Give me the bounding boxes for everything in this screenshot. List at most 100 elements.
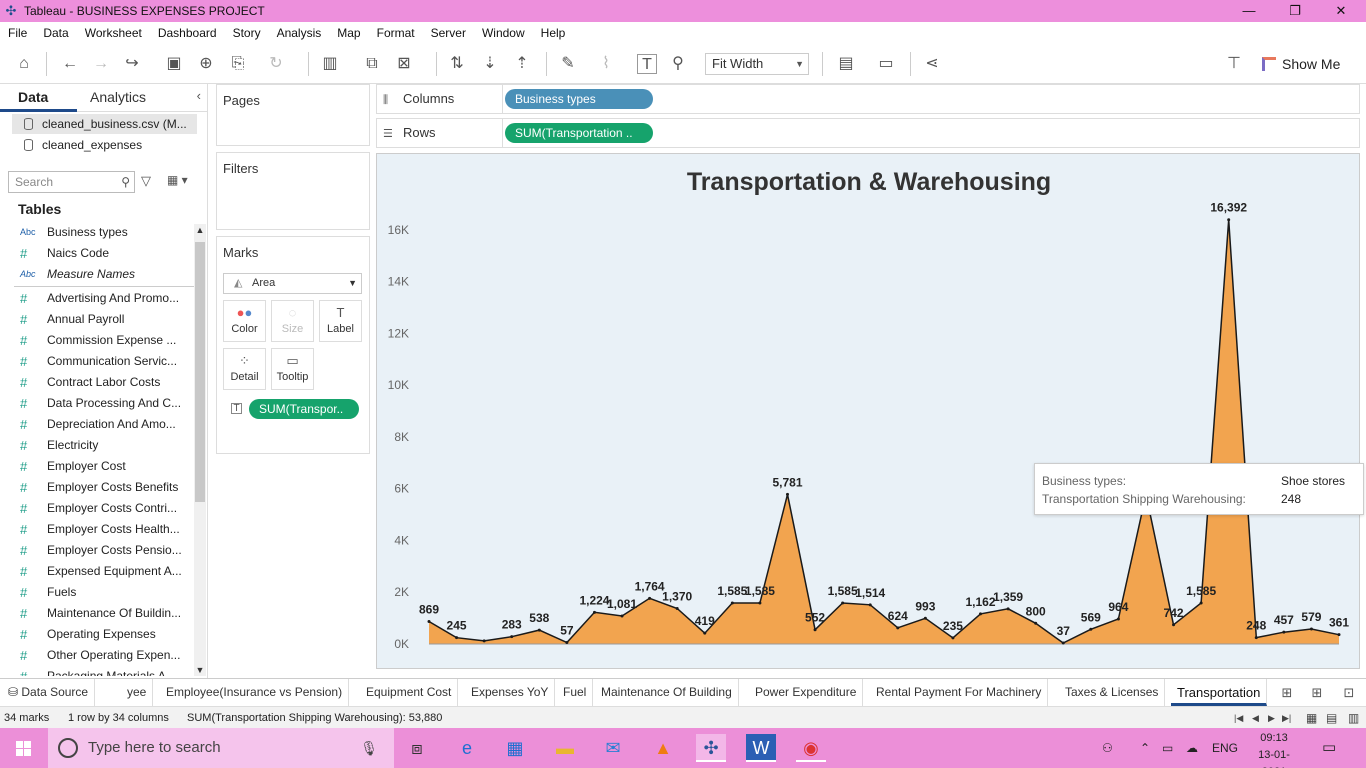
show-me-button[interactable]: Show Me bbox=[1262, 54, 1340, 74]
pages-card[interactable]: Pages bbox=[216, 84, 370, 146]
collapse-pane-icon[interactable]: ‹ bbox=[197, 88, 201, 103]
store-icon[interactable]: ▦ bbox=[500, 734, 530, 762]
field-item[interactable]: # Data Processing And C... bbox=[14, 393, 194, 414]
field-item[interactable]: # Employer Costs Contri... bbox=[14, 498, 194, 519]
color-button[interactable]: ●● Color bbox=[223, 300, 266, 342]
field-item[interactable]: # Packaging Materials A... bbox=[14, 666, 194, 676]
word-icon[interactable]: W bbox=[746, 734, 776, 762]
menu-worksheet[interactable]: Worksheet bbox=[77, 26, 150, 40]
field-item[interactable]: # Fuels bbox=[14, 582, 194, 603]
sheet-tab[interactable]: Fuel bbox=[557, 679, 594, 706]
replay-icon[interactable]: ↪ bbox=[122, 54, 142, 74]
search-input[interactable]: Search ⚲ bbox=[8, 171, 135, 193]
format-workbook-icon[interactable]: ⊤ bbox=[1224, 54, 1244, 74]
redo-icon[interactable]: → bbox=[91, 54, 111, 74]
rows-pill[interactable]: SUM(Transportation .. bbox=[505, 123, 653, 143]
tableau-taskbar-icon[interactable]: ✣ bbox=[696, 734, 726, 762]
tab-data[interactable]: Data bbox=[0, 84, 77, 112]
field-item[interactable]: # Electricity bbox=[14, 435, 194, 456]
field-item[interactable]: # Naics Code bbox=[14, 243, 194, 264]
tab-data-source[interactable]: ⛁ Data Source bbox=[2, 679, 96, 706]
menu-window[interactable]: Window bbox=[474, 26, 533, 40]
next-sheet-icon[interactable]: ▶ bbox=[1268, 707, 1275, 729]
sheet-tab[interactable]: yee bbox=[121, 679, 154, 706]
field-list-scrollbar[interactable]: ▲ ▼ bbox=[194, 224, 206, 676]
battery-icon[interactable]: ▭ bbox=[1162, 728, 1173, 768]
menu-server[interactable]: Server bbox=[423, 26, 474, 40]
swap-rows-columns-icon[interactable]: ⇅ bbox=[447, 54, 467, 74]
menu-story[interactable]: Story bbox=[225, 26, 269, 40]
sheet-tab[interactable]: Taxes & Licenses bbox=[1059, 679, 1166, 706]
language-indicator[interactable]: ENG bbox=[1212, 728, 1238, 768]
first-sheet-icon[interactable]: |◀ bbox=[1234, 707, 1243, 729]
field-item[interactable]: # Maintenance Of Buildin... bbox=[14, 603, 194, 624]
data-source-item[interactable]: cleaned_expenses bbox=[12, 135, 197, 155]
minimize-button[interactable]: — bbox=[1226, 0, 1272, 22]
new-data-source-icon[interactable]: ⊕ bbox=[196, 54, 216, 74]
presentation-mode-icon[interactable]: ▭ bbox=[876, 54, 896, 74]
tab-analytics[interactable]: Analytics bbox=[90, 84, 146, 112]
new-worksheet-icon[interactable]: ⊞ bbox=[1278, 684, 1296, 702]
edge-browser-icon[interactable]: e bbox=[452, 734, 482, 762]
new-dashboard-icon[interactable]: ⊞ bbox=[1308, 684, 1326, 702]
fix-axes-icon[interactable]: ⚲ bbox=[668, 54, 688, 74]
sheet-tab[interactable]: Equipment Cost bbox=[360, 679, 459, 706]
file-explorer-icon[interactable]: ▬ bbox=[550, 734, 580, 762]
field-item[interactable]: Abc Measure Names bbox=[14, 264, 194, 285]
chrome-icon[interactable]: ◉ bbox=[796, 734, 826, 762]
field-item[interactable]: # Contract Labor Costs bbox=[14, 372, 194, 393]
menu-map[interactable]: Map bbox=[329, 26, 368, 40]
field-item[interactable]: # Employer Costs Health... bbox=[14, 519, 194, 540]
menu-data[interactable]: Data bbox=[35, 26, 76, 40]
view-options-icon[interactable]: ▦ ▾ bbox=[167, 173, 188, 187]
chart-view[interactable]: Transportation & Warehousing 0K 2K 4K 6K 8K 1… bbox=[376, 153, 1360, 669]
label-button[interactable]: T Label bbox=[319, 300, 362, 342]
scrollbar-thumb[interactable] bbox=[195, 242, 205, 502]
share-icon[interactable]: ⋖ bbox=[922, 54, 942, 74]
restore-button[interactable]: ❐ bbox=[1272, 0, 1318, 22]
sheet-sorter-icon[interactable]: ▦ bbox=[1306, 707, 1317, 729]
notifications-icon[interactable]: ▭ bbox=[1322, 728, 1336, 768]
menu-dashboard[interactable]: Dashboard bbox=[150, 26, 225, 40]
sheet-tab[interactable]: Employee(Insurance vs Pension) bbox=[160, 679, 350, 706]
microphone-icon[interactable]: 🎙 bbox=[360, 728, 378, 768]
field-item[interactable]: # Operating Expenses bbox=[14, 624, 194, 645]
taskbar-search-input[interactable]: Type here to search 🎙 bbox=[48, 728, 394, 768]
highlight-icon[interactable]: ✎ bbox=[558, 54, 578, 74]
columns-pill[interactable]: Business types bbox=[505, 89, 653, 109]
menu-format[interactable]: Format bbox=[369, 26, 423, 40]
show-mark-labels-icon[interactable]: T bbox=[637, 54, 657, 74]
rows-shelf[interactable]: ☰ Rows SUM(Transportation .. bbox=[376, 118, 1360, 148]
field-item[interactable]: # Depreciation And Amo... bbox=[14, 414, 194, 435]
duplicate-sheet-icon[interactable]: ⧉ bbox=[362, 54, 382, 74]
refresh-icon[interactable]: ↻ bbox=[266, 54, 286, 74]
filmstrip-icon[interactable]: ▤ bbox=[1326, 707, 1337, 729]
sort-ascending-icon[interactable]: ⇣ bbox=[480, 54, 500, 74]
show-hidden-icons-icon[interactable]: ⌃ bbox=[1140, 728, 1150, 768]
field-item[interactable]: # Employer Costs Pensio... bbox=[14, 540, 194, 561]
columns-shelf[interactable]: ⫼ Columns Business types bbox=[376, 84, 1360, 114]
previous-sheet-icon[interactable]: ◀ bbox=[1252, 707, 1259, 729]
detail-button[interactable]: ⁘ Detail bbox=[223, 348, 266, 390]
close-button[interactable]: ✕ bbox=[1318, 0, 1364, 22]
taskbar-clock[interactable]: 09:13 13-01-2021 bbox=[1252, 730, 1296, 768]
sheet-tab-active[interactable]: Transportation bbox=[1171, 679, 1268, 706]
area-chart[interactable]: 0K 2K 4K 6K 8K 10K 12K 14K 16K 869 245 283 538 57 1,22… bbox=[377, 154, 1361, 670]
scroll-down-icon[interactable]: ▼ bbox=[194, 664, 206, 676]
fit-dropdown[interactable]: Fit Width ▼ bbox=[705, 53, 809, 75]
save-icon[interactable]: ▣ bbox=[164, 54, 184, 74]
sheet-tab[interactable]: Rental Payment For Machinery bbox=[870, 679, 1049, 706]
vlc-icon[interactable]: ▲ bbox=[648, 734, 678, 762]
mark-type-dropdown[interactable]: ◭ Area ▼ bbox=[223, 273, 362, 294]
people-icon[interactable]: ⚇ bbox=[1102, 728, 1113, 768]
task-view-icon[interactable]: ⧈ bbox=[402, 734, 432, 762]
menu-file[interactable]: File bbox=[0, 26, 35, 40]
start-button[interactable] bbox=[0, 728, 48, 768]
clear-sheet-icon[interactable]: ⊠ bbox=[394, 54, 414, 74]
field-item[interactable]: # Commission Expense ... bbox=[14, 330, 194, 351]
data-source-item[interactable]: cleaned_business.csv (M... bbox=[12, 114, 197, 134]
size-button[interactable]: ◌ Size bbox=[271, 300, 314, 342]
sheet-tab[interactable]: Expenses YoY bbox=[465, 679, 556, 706]
sheet-tab[interactable]: Power Expenditure bbox=[749, 679, 864, 706]
sort-descending-icon[interactable]: ⇡ bbox=[512, 54, 532, 74]
